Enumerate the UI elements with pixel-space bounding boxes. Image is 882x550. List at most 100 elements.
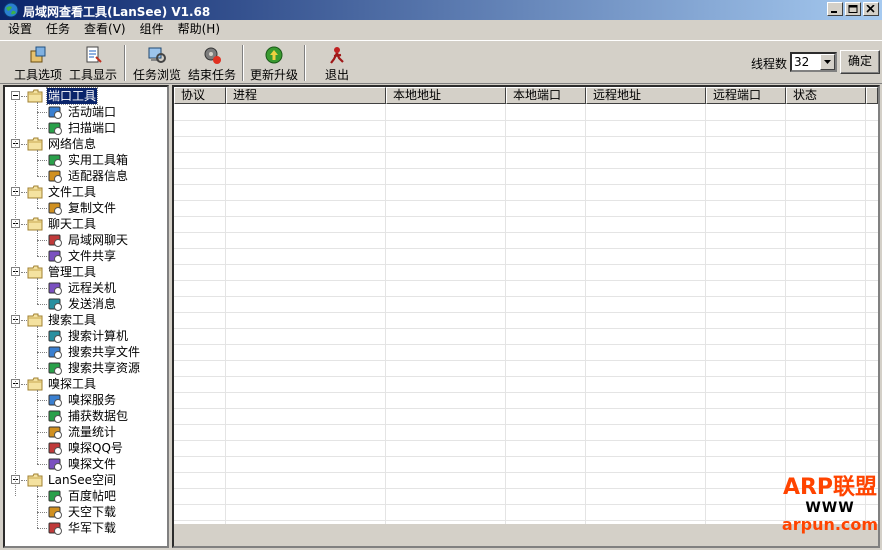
grid-row-line (174, 280, 878, 281)
tool-item-icon (48, 506, 62, 519)
grid-row-line (174, 392, 878, 393)
tool-item-icon (48, 458, 62, 471)
tool-item-icon (48, 330, 62, 343)
tree-connector (37, 432, 47, 433)
grid-row-line (174, 440, 878, 441)
tree-item-label: 活动端口 (68, 105, 117, 119)
minimize-button[interactable] (827, 2, 843, 16)
tree-connector (37, 400, 47, 401)
tree-item-label: 扫描端口 (68, 121, 117, 135)
title-bar[interactable]: 局域网查看工具(LanSee) V1.68 (0, 0, 882, 20)
tree-group-label: 聊天工具 (48, 217, 97, 231)
toolbar-separator (124, 45, 126, 81)
grid-row-line (174, 248, 878, 249)
minimize-icon (831, 11, 837, 13)
tree-connector (37, 496, 47, 497)
tree-item-label: 适配器信息 (68, 169, 129, 183)
column-state[interactable]: 状态 (786, 87, 866, 104)
tool-item-icon (48, 154, 62, 167)
tree-item-label: 复制文件 (68, 201, 117, 215)
watermark-domain: arpun.com (781, 515, 879, 534)
task-browse-icon (148, 47, 166, 63)
update-icon (265, 46, 283, 64)
column-process[interactable]: 进程 (226, 87, 386, 104)
folder-icon (27, 137, 43, 151)
menu-settings[interactable]: 设置 (0, 20, 38, 38)
tree-connector (37, 256, 47, 257)
tree-item-label: 百度帖吧 (68, 489, 117, 503)
grid-row-line (174, 184, 878, 185)
tool-options-icon (30, 46, 46, 63)
toolbar-separator (304, 45, 306, 81)
grid-row-line (174, 328, 878, 329)
menu-components[interactable]: 组件 (132, 20, 170, 38)
folder-icon (27, 217, 43, 231)
horizontal-scrollbar[interactable] (174, 524, 878, 546)
maximize-button[interactable] (845, 2, 861, 16)
confirm-button[interactable]: 确定 (840, 50, 880, 74)
grid-row-line (174, 152, 878, 153)
menu-help[interactable]: 帮助(H) (170, 20, 226, 38)
column-local-address[interactable]: 本地地址 (386, 87, 506, 104)
watermark-www: WWW (805, 500, 855, 516)
watermark-title: ARP联盟 (782, 475, 878, 500)
tree-connector (37, 352, 47, 353)
tree-connector (37, 240, 47, 241)
grid-row-line (174, 136, 878, 137)
grid-row-line (174, 344, 878, 345)
tool-item-icon (48, 122, 62, 135)
tree-connector (37, 368, 47, 369)
function-tree[interactable]: 端口工具 活动端口 扫描端口 网络信息 实用工具箱 适配器信息 文件工具 复制文件 聊天工具 局域… (3, 85, 169, 548)
column-remote-address[interactable]: 远程地址 (586, 87, 706, 104)
update-button[interactable]: 更新升级 (248, 43, 300, 83)
grid-column-line (865, 104, 866, 524)
toolbar: 工具选项 工具显示 任务浏览 结束任务 更新升级 退出 线程数 (0, 40, 882, 84)
tree-connector (37, 102, 38, 128)
tool-item-icon (48, 234, 62, 247)
tree-connector (37, 464, 47, 465)
connection-list[interactable]: 协议 进程 本地地址 本地端口 远程地址 远程端口 状态 (172, 85, 880, 548)
tree-item-label: 远程关机 (68, 281, 117, 295)
end-task-icon (204, 47, 221, 64)
tree-connector (37, 198, 38, 208)
grid-row-line (174, 312, 878, 313)
folder-icon (27, 185, 43, 199)
grid-row-line (174, 488, 878, 489)
close-icon (866, 5, 875, 13)
tree-item-label: 搜索共享文件 (68, 345, 141, 359)
grid-row-line (174, 216, 878, 217)
tree-connector (37, 208, 47, 209)
tool-item-icon (48, 426, 62, 439)
thread-count-value: 32 (794, 55, 810, 69)
tree-group-label: 管理工具 (48, 265, 97, 279)
tree-connector (37, 150, 38, 176)
tool-item-icon (48, 346, 62, 359)
tool-options-button[interactable]: 工具选项 (12, 43, 64, 83)
grid-row-line (174, 296, 878, 297)
close-button[interactable] (863, 2, 879, 16)
tree-connector (37, 230, 38, 256)
tree-group-label: 网络信息 (48, 137, 97, 151)
chevron-down-icon[interactable] (820, 54, 835, 70)
tree-item-label: 捕获数据包 (68, 409, 129, 423)
menu-view[interactable]: 查看(V) (76, 20, 132, 38)
column-remote-port[interactable]: 远程端口 (706, 87, 786, 104)
app-globe-icon (3, 2, 19, 18)
tree-connector (37, 112, 47, 113)
folder-icon (27, 377, 43, 391)
tree-group-label: 文件工具 (48, 185, 97, 199)
thread-count-label: 线程数 (751, 57, 788, 71)
grid-row-line (174, 472, 878, 473)
menu-task[interactable]: 任务 (38, 20, 76, 38)
tool-item-icon (48, 490, 62, 503)
maximize-icon (848, 5, 858, 13)
exit-button[interactable]: 退出 (314, 43, 360, 83)
tool-display-button[interactable]: 工具显示 (67, 43, 119, 83)
end-task-button[interactable]: 结束任务 (186, 43, 238, 83)
column-local-port[interactable]: 本地端口 (506, 87, 586, 104)
task-browse-button[interactable]: 任务浏览 (130, 43, 184, 83)
grid-column-line (385, 104, 386, 524)
tree-connector (37, 288, 47, 289)
column-protocol[interactable]: 协议 (174, 87, 226, 104)
thread-count-select[interactable]: 32 (790, 52, 837, 72)
